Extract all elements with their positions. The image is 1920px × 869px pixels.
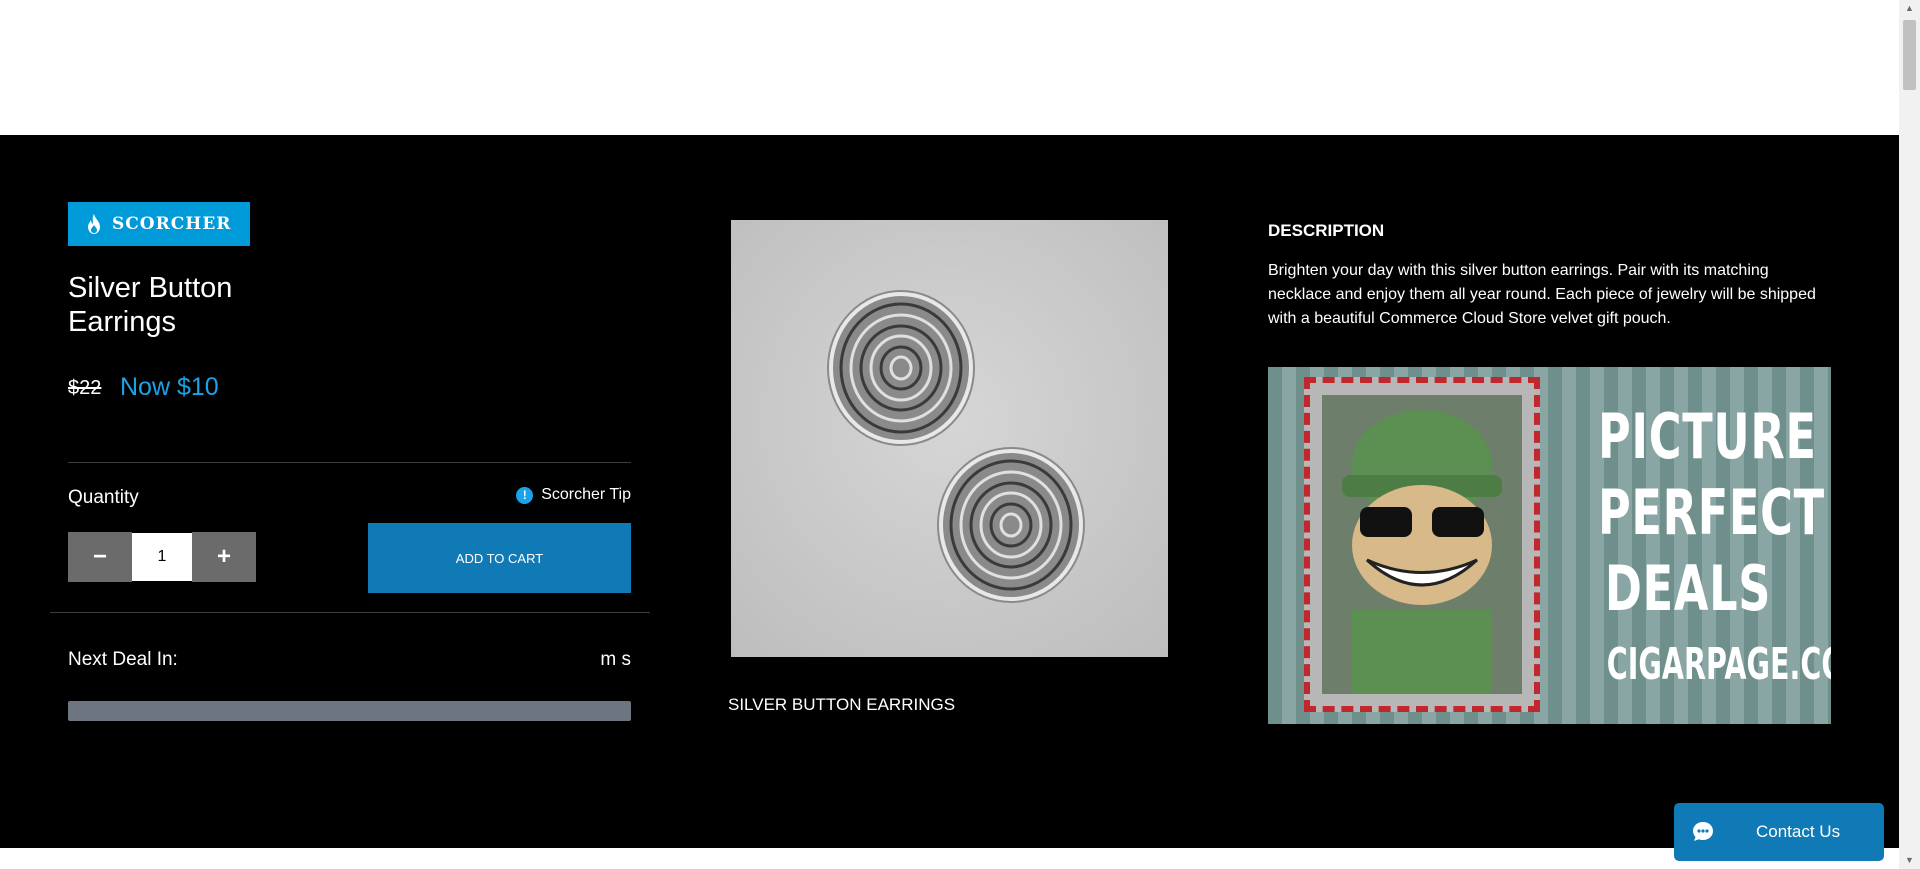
product-title: Silver Button Earrings [68, 272, 233, 338]
product-image [731, 220, 1168, 657]
promo-line-3: DEALS [1604, 552, 1772, 625]
description-heading: DESCRIPTION [1268, 221, 1385, 240]
decrement-button[interactable]: − [68, 532, 132, 582]
scorcher-tip[interactable]: ! Scorcher Tip [516, 486, 631, 504]
divider [68, 462, 631, 463]
description-text: Brighten your day with this silver butto… [1268, 262, 1816, 327]
divider [50, 612, 650, 613]
scroll-down-icon[interactable]: ▼ [1899, 852, 1920, 869]
earring-right [937, 447, 1085, 603]
quantity-label: Quantity [68, 487, 139, 508]
earring-left [827, 290, 975, 446]
exclamation-icon: ! [516, 486, 534, 504]
promo-text: PICTURE PERFECT DEALS CIGARPAGE.COM [1563, 399, 1831, 695]
chat-bubble-icon [1693, 822, 1713, 841]
contact-us-button[interactable]: Contact Us [1674, 803, 1884, 861]
promo-line-1: PICTURE [1598, 400, 1817, 473]
quantity-stepper: − + [68, 532, 256, 582]
flame-icon [88, 214, 100, 234]
contact-us-label: Contact Us [1756, 822, 1841, 841]
scorcher-tip-label: Scorcher Tip [541, 486, 631, 503]
increment-button[interactable]: + [192, 532, 256, 582]
original-price: $22 [68, 377, 102, 399]
scorcher-badge: SCORCHER [68, 202, 250, 246]
promo-line-2: PERFECT [1598, 476, 1825, 549]
footer-strip [0, 848, 1899, 869]
deal-panel: SCORCHER Silver Button Earrings $22 Now … [0, 135, 1899, 848]
promo-banner[interactable]: PICTURE PERFECT DEALS CIGARPAGE.COM [1268, 367, 1831, 724]
quantity-input[interactable] [132, 533, 192, 581]
monkey-frame-image [1304, 377, 1540, 712]
scroll-thumb[interactable] [1903, 20, 1916, 90]
sale-price: Now $10 [120, 373, 219, 401]
earrings-photo [827, 290, 1085, 603]
add-to-cart-button[interactable]: ADD TO CART [368, 523, 631, 593]
header-area [0, 0, 1899, 135]
next-deal-countdown: m s [600, 649, 631, 670]
scroll-up-icon[interactable]: ▲ [1899, 0, 1920, 17]
product-caption: SILVER BUTTON EARRINGS [728, 695, 956, 714]
monkey-mascot-icon [1322, 395, 1522, 694]
next-deal-label: Next Deal In: [68, 649, 178, 670]
promo-site: CIGARPAGE.COM [1606, 639, 1831, 690]
deal-progress-bar [68, 701, 631, 721]
badge-label: SCORCHER [112, 214, 232, 234]
scrollbar[interactable]: ▲ ▼ [1899, 0, 1920, 869]
